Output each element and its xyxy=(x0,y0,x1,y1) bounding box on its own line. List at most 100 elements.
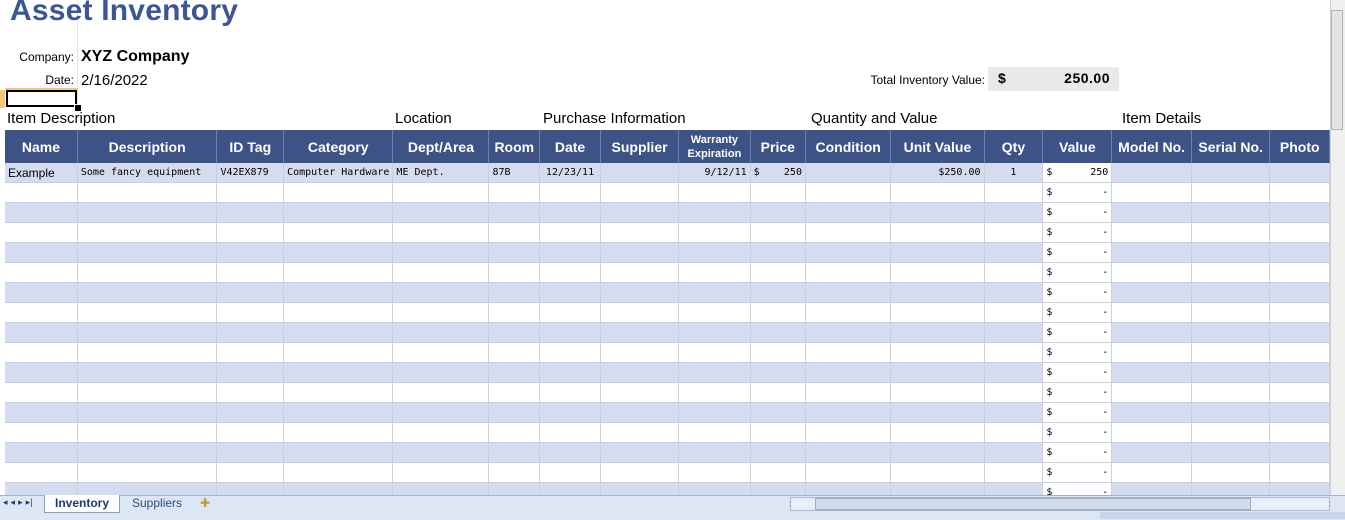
cell-price[interactable] xyxy=(750,302,806,323)
cell-unit-value[interactable] xyxy=(890,462,985,483)
cell-model-no[interactable] xyxy=(1111,242,1192,263)
cell-photo[interactable] xyxy=(1269,382,1330,403)
cell-value[interactable]: $ - xyxy=(1042,382,1113,403)
col-header-category[interactable]: Category xyxy=(283,130,394,163)
cell-unit-value[interactable] xyxy=(890,382,985,403)
cell-warranty[interactable] xyxy=(678,302,751,323)
cell-unit-value[interactable] xyxy=(890,482,985,495)
cell-price[interactable] xyxy=(750,442,806,463)
cell-category[interactable] xyxy=(283,202,394,223)
cell-date[interactable] xyxy=(539,462,601,483)
cell-supplier[interactable] xyxy=(600,342,680,363)
cell-serial-no[interactable] xyxy=(1191,222,1271,243)
col-header-price[interactable]: Price xyxy=(750,130,806,163)
cell-serial-no[interactable] xyxy=(1191,362,1271,383)
cell-value[interactable]: $ - xyxy=(1042,422,1113,443)
cell-qty[interactable] xyxy=(984,442,1044,463)
col-header-warranty[interactable]: Warranty Expiration xyxy=(678,130,751,163)
cell-category[interactable] xyxy=(283,342,394,363)
cell-serial-no[interactable] xyxy=(1191,322,1271,343)
cell-room[interactable] xyxy=(488,482,541,495)
cell-dept[interactable] xyxy=(392,382,490,403)
cell-supplier[interactable] xyxy=(600,362,680,383)
cell-name[interactable] xyxy=(5,482,78,495)
cell-description[interactable] xyxy=(77,482,218,495)
cell-date[interactable] xyxy=(539,442,601,463)
cell-category[interactable] xyxy=(283,482,394,495)
cell-serial-no[interactable] xyxy=(1191,163,1271,183)
cell-room[interactable] xyxy=(488,202,541,223)
cell-id-tag[interactable] xyxy=(216,182,285,203)
cell-category[interactable] xyxy=(283,462,394,483)
cell-qty[interactable]: 1 xyxy=(984,163,1044,183)
cell-photo[interactable] xyxy=(1269,262,1330,283)
cell-condition[interactable] xyxy=(805,442,892,463)
cell-warranty[interactable] xyxy=(678,482,751,495)
cell-qty[interactable] xyxy=(984,202,1044,223)
cell-name[interactable] xyxy=(5,182,78,203)
col-header-dept-area[interactable]: Dept/Area xyxy=(392,130,490,163)
cell-id-tag[interactable]: V42EX879 xyxy=(216,163,285,183)
cell-room[interactable] xyxy=(488,442,541,463)
cell-dept[interactable] xyxy=(392,362,490,383)
cell-price[interactable] xyxy=(750,462,806,483)
col-header-description[interactable]: Description xyxy=(77,130,218,163)
cell-value[interactable]: $ - xyxy=(1042,302,1113,323)
cell-photo[interactable] xyxy=(1269,242,1330,263)
cell-supplier[interactable] xyxy=(600,262,680,283)
cell-id-tag[interactable] xyxy=(216,422,285,443)
cell-model-no[interactable] xyxy=(1111,322,1192,343)
cell-photo[interactable] xyxy=(1269,302,1330,323)
cell-description[interactable] xyxy=(77,202,218,223)
cell-warranty[interactable] xyxy=(678,222,751,243)
cell-supplier[interactable] xyxy=(600,182,680,203)
cell-warranty[interactable] xyxy=(678,362,751,383)
cell-room[interactable] xyxy=(488,422,541,443)
cell-warranty[interactable] xyxy=(678,402,751,423)
cell-condition[interactable] xyxy=(805,362,892,383)
cell-price[interactable] xyxy=(750,262,806,283)
cell-room[interactable] xyxy=(488,282,541,303)
cell-model-no[interactable] xyxy=(1111,302,1192,323)
cell-unit-value[interactable] xyxy=(890,442,985,463)
cell-condition[interactable] xyxy=(805,382,892,403)
cell-condition[interactable] xyxy=(805,482,892,495)
next-sheet-icon[interactable]: ▸ xyxy=(18,497,23,511)
cell-photo[interactable] xyxy=(1269,362,1330,383)
cell-unit-value[interactable] xyxy=(890,222,985,243)
cell-price[interactable] xyxy=(750,342,806,363)
col-header-supplier[interactable]: Supplier xyxy=(600,130,680,163)
cell-id-tag[interactable] xyxy=(216,402,285,423)
cell-room[interactable] xyxy=(488,182,541,203)
cell-value[interactable]: $ - xyxy=(1042,282,1113,303)
cell-unit-value[interactable] xyxy=(890,402,985,423)
cell-unit-value[interactable] xyxy=(890,262,985,283)
cell-warranty[interactable] xyxy=(678,182,751,203)
cell-supplier[interactable] xyxy=(600,302,680,323)
cell-warranty[interactable] xyxy=(678,442,751,463)
cell-serial-no[interactable] xyxy=(1191,462,1271,483)
cell-warranty[interactable] xyxy=(678,462,751,483)
cell-room[interactable] xyxy=(488,402,541,423)
cell-photo[interactable] xyxy=(1269,182,1330,203)
cell-photo[interactable] xyxy=(1269,442,1330,463)
cell-dept[interactable] xyxy=(392,442,490,463)
cell-supplier[interactable] xyxy=(600,202,680,223)
cell-model-no[interactable] xyxy=(1111,163,1192,183)
cell-description[interactable] xyxy=(77,402,218,423)
cell-serial-no[interactable] xyxy=(1191,422,1271,443)
cell-name[interactable] xyxy=(5,342,78,363)
cell-qty[interactable] xyxy=(984,242,1044,263)
cell-model-no[interactable] xyxy=(1111,262,1192,283)
cell-room[interactable] xyxy=(488,322,541,343)
cell-photo[interactable] xyxy=(1269,422,1330,443)
cell-id-tag[interactable] xyxy=(216,362,285,383)
cell-photo[interactable] xyxy=(1269,462,1330,483)
cell-value[interactable]: $ - xyxy=(1042,322,1113,343)
cell-id-tag[interactable] xyxy=(216,342,285,363)
date-value[interactable]: 2/16/2022 xyxy=(81,72,148,89)
cell-supplier[interactable] xyxy=(600,422,680,443)
cell-dept[interactable] xyxy=(392,302,490,323)
cell-model-no[interactable] xyxy=(1111,282,1192,303)
col-header-date[interactable]: Date xyxy=(539,130,601,163)
